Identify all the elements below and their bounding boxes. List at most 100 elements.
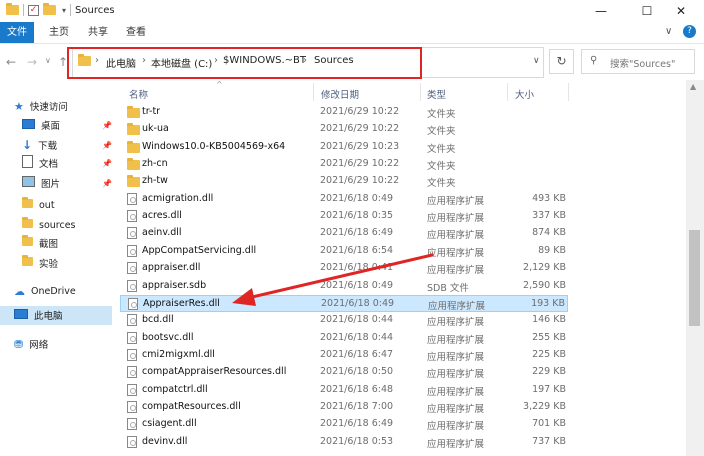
file-name: AppCompatServicing.dll	[142, 244, 257, 256]
scrollbar-thumb[interactable]	[689, 230, 700, 326]
tab-view[interactable]: 查看	[126, 22, 146, 43]
sidebar-item-label: 图片	[41, 179, 61, 190]
file-row[interactable]: aeinv.dll 2021/6/18 6:49 应用程序扩展 874 KB	[120, 225, 568, 242]
file-type: 应用程序扩展	[427, 386, 485, 398]
file-date: 2021/6/18 7:00	[320, 400, 394, 412]
file-type: 应用程序扩展	[427, 230, 485, 242]
new-folder-icon[interactable]	[43, 3, 56, 15]
file-name: compatAppraiserResources.dll	[142, 366, 287, 378]
column-header-type[interactable]: 类型	[427, 87, 446, 101]
file-size: 3,229 KB	[523, 400, 566, 412]
folder-icon	[22, 255, 33, 269]
file-type: 文件夹	[427, 143, 456, 155]
tab-home[interactable]: 主页	[49, 22, 69, 43]
search-box[interactable]: ⚲ 搜索"Sources"	[581, 49, 695, 74]
file-row[interactable]: zh-cn 2021/6/29 10:22 文件夹	[120, 156, 568, 173]
file-date: 2021/6/29 10:22	[320, 175, 400, 187]
properties-icon[interactable]: ✓	[28, 4, 39, 16]
dll-file-icon	[127, 227, 137, 242]
file-size: 737 KB	[532, 435, 566, 447]
file-row[interactable]: compatctrl.dll 2021/6/18 6:48 应用程序扩展 197 KB	[120, 382, 568, 399]
search-input[interactable]: 搜索"Sources"	[610, 56, 675, 70]
forward-button[interactable]: →	[27, 55, 37, 69]
help-icon[interactable]: ?	[683, 25, 696, 38]
column-divider[interactable]	[420, 83, 421, 101]
file-type: 应用程序扩展	[427, 213, 485, 225]
file-name: AppraiserRes.dll	[143, 297, 220, 309]
column-header-date[interactable]: 修改日期	[321, 87, 359, 101]
close-button[interactable]: ✕	[658, 0, 704, 22]
sidebar-item[interactable]: 文档 📌	[0, 154, 134, 172]
file-size: 193 KB	[531, 297, 565, 309]
file-row[interactable]: compatAppraiserResources.dll 2021/6/18 0:…	[120, 364, 568, 381]
file-date: 2021/6/18 6:49	[320, 418, 394, 430]
sidebar-item[interactable]: 图片 📌	[0, 174, 134, 192]
folder-icon	[6, 3, 19, 15]
expand-ribbon-icon[interactable]: ∨	[665, 26, 672, 37]
file-row[interactable]: AppraiserRes.dll 2021/6/18 0:49 应用程序扩展 193 …	[120, 294, 568, 312]
sidebar-item[interactable]: 实验	[0, 254, 134, 272]
file-row[interactable]: compatResources.dll 2021/6/18 7:00 应用程序扩展 3…	[120, 399, 568, 416]
sidebar-item-label: 桌面	[41, 121, 61, 132]
file-type: 应用程序扩展	[427, 403, 485, 415]
file-type: 文件夹	[427, 109, 456, 120]
file-type: 应用程序扩展	[427, 369, 485, 381]
minimize-button[interactable]: —	[578, 0, 624, 22]
file-name: zh-cn	[142, 158, 168, 170]
file-type: 文件夹	[427, 126, 456, 138]
column-divider[interactable]	[507, 83, 508, 101]
tab-share[interactable]: 共享	[88, 22, 108, 43]
column-header-name[interactable]: 名称	[129, 87, 148, 101]
sidebar-item[interactable]: ↓ 下载 📌	[0, 136, 134, 154]
file-row[interactable]: csiagent.dll 2021/6/18 6:49 应用程序扩展 701 KB	[120, 416, 568, 433]
file-row[interactable]: appraiser.sdb 2021/6/18 0:49 SDB 文件 2,590 K…	[120, 278, 568, 295]
sidebar-item[interactable]: 此电脑	[0, 306, 126, 324]
sidebar-item[interactable]: sources	[0, 216, 134, 234]
file-type: 文件夹	[427, 178, 456, 190]
back-button[interactable]: ←	[6, 55, 16, 69]
sort-ascending-icon: ^	[216, 80, 223, 89]
file-size: 197 KB	[532, 383, 566, 395]
sidebar-item-label: 下载	[38, 141, 58, 152]
file-date: 2021/6/18 6:47	[320, 348, 394, 360]
file-type: 应用程序扩展	[427, 247, 485, 259]
file-row[interactable]: Windows10.0-KB5004569-x64 2021/6/29 10:23…	[120, 139, 568, 156]
file-date: 2021/6/18 0:44	[320, 331, 394, 343]
column-divider[interactable]	[313, 83, 314, 101]
file-row[interactable]: zh-tw 2021/6/29 10:22 文件夹	[120, 173, 568, 190]
file-type: 应用程序扩展	[427, 421, 485, 433]
file-date: 2021/6/18 0:50	[320, 366, 394, 378]
file-row[interactable]: devinv.dll 2021/6/18 0:53 应用程序扩展 737 KB	[120, 434, 568, 451]
file-size: 874 KB	[532, 227, 566, 239]
address-dropdown-icon[interactable]: ∨	[533, 56, 540, 66]
file-row[interactable]: acres.dll 2021/6/18 0:35 应用程序扩展 337 KB	[120, 208, 568, 225]
sidebar-item[interactable]: 截图	[0, 234, 134, 252]
file-row[interactable]: tr-tr 2021/6/29 10:22 文件夹	[120, 104, 568, 121]
file-name: aeinv.dll	[142, 227, 182, 239]
sidebar-item[interactable]: ☁ OneDrive	[0, 282, 126, 300]
sidebar-item[interactable]: out	[0, 196, 134, 214]
file-size: 701 KB	[532, 418, 566, 430]
file-row[interactable]: bcd.dll 2021/6/18 0:44 应用程序扩展 146 KB	[120, 312, 568, 329]
file-date: 2021/6/29 10:22	[320, 123, 400, 135]
file-row[interactable]: cmi2migxml.dll 2021/6/18 6:47 应用程序扩展 225 KB	[120, 347, 568, 364]
file-name: devinv.dll	[142, 435, 188, 447]
cloud-icon: ☁	[14, 284, 25, 298]
file-row[interactable]: bootsvc.dll 2021/6/18 0:44 应用程序扩展 255 KB	[120, 330, 568, 347]
refresh-button[interactable]: ↻	[549, 49, 574, 74]
sidebar-item[interactable]: ★ 快速访问	[0, 97, 126, 115]
tab-file[interactable]: 文件	[0, 22, 34, 43]
column-header-size[interactable]: 大小	[515, 87, 534, 101]
title-bar: ✓ ▾ Sources — ☐ ✕	[0, 0, 704, 22]
file-row[interactable]: AppCompatServicing.dll 2021/6/18 6:54 应用程序…	[120, 243, 568, 260]
file-row[interactable]: appraiser.dll 2021/6/18 0:41 应用程序扩展 2,129 K…	[120, 260, 568, 277]
recent-locations-button[interactable]: ∨	[45, 56, 51, 65]
scroll-up-icon[interactable]: ▲	[690, 82, 696, 91]
file-row[interactable]: acmigration.dll 2021/6/18 0:49 应用程序扩展 493 K…	[120, 191, 568, 208]
file-type: 应用程序扩展	[427, 351, 485, 363]
sidebar-item[interactable]: ⛃ 网络	[0, 335, 126, 353]
customize-toolbar-icon[interactable]: ▾	[62, 6, 66, 15]
column-divider[interactable]	[568, 83, 569, 101]
sidebar-item[interactable]: 桌面 📌	[0, 116, 134, 134]
file-row[interactable]: uk-ua 2021/6/29 10:22 文件夹	[120, 121, 568, 138]
